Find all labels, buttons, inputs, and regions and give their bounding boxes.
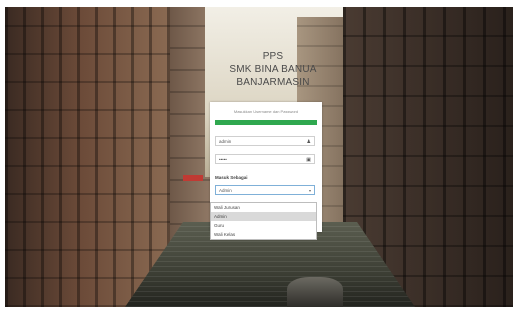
username-input[interactable]: admin ♟ bbox=[215, 136, 315, 146]
role-dropdown-list: Wali Jurusan Admin Guru Wali Kelas bbox=[210, 202, 317, 240]
school-title: PPS SMK BINA BANUA BANJARMASIN bbox=[205, 50, 341, 89]
boat bbox=[287, 277, 343, 307]
password-value: ••••• bbox=[219, 157, 227, 162]
title-line-3: BANJARMASIN bbox=[236, 77, 310, 88]
lock-icon: ▣ bbox=[306, 157, 311, 163]
progress-fill bbox=[215, 120, 317, 125]
chevron-down-icon: ▾ bbox=[308, 188, 311, 193]
login-page: PPS SMK BINA BANUA BANJARMASIN Masukkan … bbox=[5, 7, 513, 307]
role-option[interactable]: Wali Kelas bbox=[211, 230, 316, 239]
role-select[interactable]: Admin ▾ bbox=[215, 185, 315, 195]
role-label: Masuk Sebagai bbox=[215, 175, 248, 180]
password-input[interactable]: ••••• ▣ bbox=[215, 154, 315, 164]
role-option[interactable]: Admin bbox=[211, 212, 316, 221]
role-option[interactable]: Wali Jurusan bbox=[211, 203, 316, 212]
red-awning bbox=[183, 175, 203, 181]
username-value: admin bbox=[219, 139, 232, 144]
user-icon: ♟ bbox=[306, 139, 311, 145]
progress-bar bbox=[215, 120, 317, 125]
role-option[interactable]: Guru bbox=[211, 221, 316, 230]
role-selected-value: Admin bbox=[219, 188, 232, 193]
building-left bbox=[5, 7, 170, 307]
login-hint: Masukkan Username dan Password bbox=[233, 109, 299, 114]
title-line-1: PPS bbox=[262, 51, 284, 62]
title-line-2: SMK BINA BANUA bbox=[229, 64, 317, 75]
